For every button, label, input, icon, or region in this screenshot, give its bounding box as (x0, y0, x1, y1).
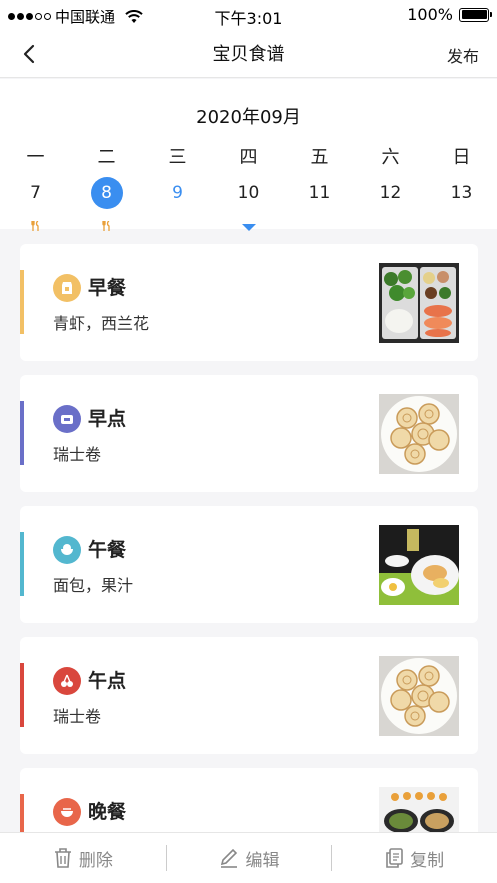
calendar-day[interactable]: 8 (71, 177, 142, 231)
meal-name: 早餐 (88, 277, 127, 299)
back-arrow-icon[interactable] (18, 42, 42, 66)
rice-bowl-icon (53, 536, 81, 564)
fork-knife-icon (71, 210, 142, 231)
pencil-icon (220, 848, 237, 868)
weekday-label: 三 (168, 147, 187, 168)
weekday-row: 一 二 三 四 五 六 日 (0, 143, 497, 169)
calendar-day[interactable]: 11 (284, 177, 355, 209)
copy-button[interactable]: 复制 (331, 833, 497, 883)
selected-day-indicator (242, 224, 256, 231)
cherry-icon (53, 667, 81, 695)
meal-description: 面包，果汁 (53, 576, 134, 595)
edit-label: 编辑 (245, 850, 280, 871)
meal-color-bar (20, 401, 24, 465)
meal-color-bar (20, 270, 24, 334)
calendar-day[interactable]: 7 (0, 177, 71, 231)
fork-knife-icon (0, 210, 71, 231)
meal-list: 早餐 青虾，西兰花 早点 瑞士卷 午餐 面包，果汁 午点 瑞士卷 晚餐 (20, 244, 478, 883)
nav-bar: 宝贝食谱 发布 (0, 30, 497, 78)
meal-name: 午点 (88, 670, 127, 692)
calendar-day[interactable]: 9 (142, 177, 213, 209)
meal-card-morning-snack[interactable]: 早点 瑞士卷 (20, 375, 478, 492)
meal-color-bar (20, 532, 24, 596)
noodle-bowl-icon (53, 798, 81, 826)
meal-name: 晚餐 (88, 801, 127, 823)
calendar-day-number: 7 (30, 183, 41, 203)
meal-card-breakfast[interactable]: 早餐 青虾，西兰花 (20, 244, 478, 361)
copy-label: 复制 (410, 850, 445, 871)
week-calendar: 2020年09月 一 二 三 四 五 六 日 7 8 9 10 11 12 13 (0, 79, 497, 231)
meal-description: 瑞士卷 (53, 445, 102, 464)
calendar-day[interactable]: 12 (355, 177, 426, 209)
meal-name: 午餐 (88, 539, 127, 561)
calendar-month: 2020年09月 (196, 107, 301, 128)
meal-photo[interactable] (379, 394, 459, 474)
publish-button[interactable]: 发布 (447, 43, 479, 67)
delete-button[interactable]: 删除 (0, 833, 166, 883)
copy-icon (386, 848, 403, 868)
weekday-label: 二 (97, 147, 116, 168)
bottom-toolbar: 删除 编辑 复制 (0, 832, 497, 883)
trash-icon (54, 848, 71, 868)
status-bar: 中国联通 下午3:01 100% (0, 0, 497, 30)
day-row: 7 8 9 10 11 12 13 (0, 177, 497, 231)
calendar-day-number: 10 (237, 183, 260, 203)
meal-description: 瑞士卷 (53, 707, 102, 726)
delete-label: 删除 (78, 850, 113, 871)
edit-button[interactable]: 编辑 (165, 833, 332, 883)
weekday-label: 一 (26, 147, 45, 168)
calendar-day-number: 9 (172, 183, 183, 203)
meal-description: 青虾，西兰花 (53, 314, 150, 333)
calendar-day-number: 8 (90, 177, 123, 209)
page-title: 宝贝食谱 (212, 44, 285, 65)
weekday-label: 日 (452, 147, 471, 168)
calendar-day-number: 13 (450, 183, 473, 203)
meal-name: 早点 (88, 408, 127, 430)
meal-photo[interactable] (379, 656, 459, 736)
toast-icon (53, 405, 81, 433)
calendar-day[interactable]: 10 (213, 177, 284, 209)
battery-percent: 100% (407, 5, 453, 24)
meal-color-bar (20, 663, 24, 727)
meal-photo[interactable] (379, 525, 459, 605)
weekday-label: 六 (381, 147, 400, 168)
weekday-label: 四 (239, 147, 258, 168)
meal-card-afternoon-snack[interactable]: 午点 瑞士卷 (20, 637, 478, 754)
status-right: 100% (407, 5, 492, 24)
weekday-label: 五 (310, 147, 329, 168)
calendar-day[interactable]: 13 (426, 177, 497, 209)
bread-bag-icon (53, 274, 81, 302)
meal-photo[interactable] (379, 263, 459, 343)
meal-card-lunch[interactable]: 午餐 面包，果汁 (20, 506, 478, 623)
calendar-day-number: 12 (379, 183, 402, 203)
battery-icon (459, 7, 492, 22)
calendar-day-number: 11 (308, 183, 331, 203)
